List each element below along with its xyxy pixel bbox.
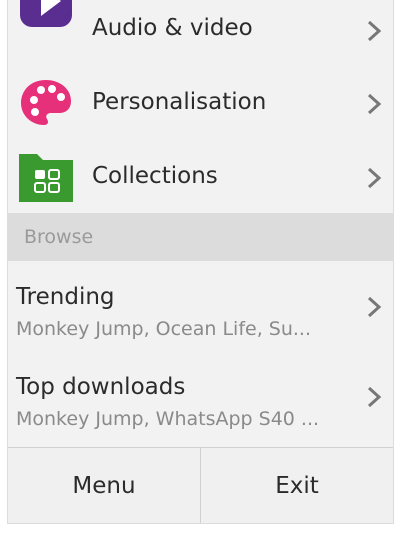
softkey-bar: Menu Exit xyxy=(8,447,393,523)
browse-item-trending[interactable]: Trending Monkey Jump, Ocean Life, Su... xyxy=(8,270,393,350)
item-subtitle: Monkey Jump, Ocean Life, Su... xyxy=(16,318,312,340)
item-title: Trending xyxy=(16,284,115,310)
menu-item-label: Collections xyxy=(92,163,218,189)
menu-item-label: Audio & video xyxy=(92,15,253,41)
menu-item-personalisation[interactable]: Personalisation xyxy=(8,70,393,136)
chevron-right-icon xyxy=(367,167,382,189)
item-title: Top downloads xyxy=(16,374,186,400)
chevron-right-icon xyxy=(367,296,382,318)
chevron-right-icon xyxy=(367,386,382,408)
exit-softkey[interactable]: Exit xyxy=(201,448,393,523)
palette-icon xyxy=(17,74,75,132)
menu-softkey[interactable]: Menu xyxy=(8,448,200,523)
folder-icon xyxy=(17,148,75,206)
chevron-right-icon xyxy=(367,93,382,115)
browse-item-top-downloads[interactable]: Top downloads Monkey Jump, WhatsApp S40 … xyxy=(8,360,393,440)
menu-item-collections[interactable]: Collections xyxy=(8,144,393,210)
menu-item-label: Personalisation xyxy=(92,89,267,115)
section-label: Browse xyxy=(24,226,94,248)
chevron-right-icon xyxy=(367,20,382,42)
app-screen: Audio & video Personalisation Collection… xyxy=(8,0,393,523)
play-icon xyxy=(17,0,75,30)
menu-item-audio-video[interactable]: Audio & video xyxy=(8,0,393,62)
item-subtitle: Monkey Jump, WhatsApp S40 ... xyxy=(16,408,320,430)
browse-section-header: Browse xyxy=(8,213,393,261)
